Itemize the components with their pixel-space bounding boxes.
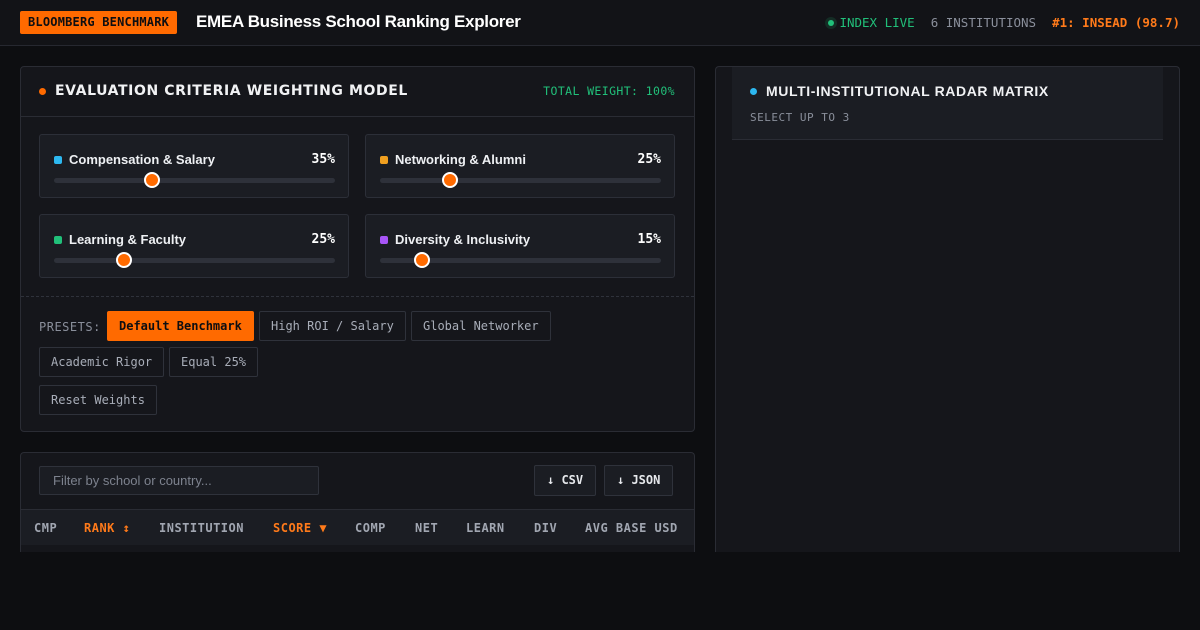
preset-global-networker[interactable]: Global Networker (411, 311, 551, 341)
criterion-learning-label: Learning & Faculty (54, 232, 186, 247)
top-bar: BLOOMBERG BENCHMARK EMEA Business School… (0, 0, 1200, 46)
weighting-panel-header: EVALUATION CRITERIA WEIGHTING MODEL TOTA… (21, 67, 694, 117)
preset-high-roi[interactable]: High ROI / Salary (259, 311, 406, 341)
column-net[interactable]: NET (415, 521, 438, 535)
criterion-label: Diversity & Inclusivity (395, 232, 531, 247)
networking-color-icon (380, 155, 388, 164)
column-rank[interactable]: RANK ↕ (84, 521, 130, 535)
networking-slider[interactable] (380, 172, 661, 188)
diversity-slider[interactable] (380, 252, 661, 268)
slider-thumb[interactable] (442, 172, 459, 188)
diversity-color-icon (380, 235, 388, 244)
export-json-button[interactable]: ↓ JSON (604, 465, 674, 496)
criterion-learning: Learning & Faculty 25% (39, 214, 349, 278)
column-score[interactable]: SCORE ▼ (273, 521, 327, 535)
criterion-diversity-label: Diversity & Inclusivity (380, 232, 530, 247)
column-cmp[interactable]: CMP (34, 521, 57, 535)
preset-equal[interactable]: Equal 25% (169, 347, 259, 377)
filter-input[interactable] (39, 466, 319, 495)
live-indicator: INDEX LIVE (828, 15, 915, 30)
live-label: INDEX LIVE (839, 15, 915, 30)
criterion-label: Learning & Faculty (69, 232, 187, 247)
criterion-label: Networking & Alumni (395, 152, 526, 167)
column-institution[interactable]: INSTITUTION (159, 521, 244, 535)
radar-title: MULTI-INSTITUTIONAL RADAR MATRIX (750, 83, 1049, 99)
reset-weights-button[interactable]: Reset Weights (39, 385, 157, 415)
column-learn[interactable]: LEARN (466, 521, 505, 535)
criterion-compensation: Compensation & Salary 35% (39, 134, 349, 198)
preset-academic-rigor[interactable]: Academic Rigor (39, 347, 165, 377)
presets-label: PRESETS: (39, 320, 101, 334)
rankings-table-panel: ↓ CSV ↓ JSON CMP RANK ↕ INSTITUTION SCOR… (20, 452, 695, 552)
institution-count: 6 INSTITUTIONS (930, 15, 1037, 30)
compensation-slider[interactable] (54, 172, 335, 188)
weighting-panel: EVALUATION CRITERIA WEIGHTING MODEL TOTA… (20, 66, 695, 432)
radar-chart-area (716, 141, 1179, 553)
column-comp[interactable]: COMP (355, 521, 386, 535)
slider-thumb[interactable] (414, 252, 431, 268)
criterion-value: 25% (637, 152, 661, 167)
criterion-diversity: Diversity & Inclusivity 15% (365, 214, 675, 278)
slider-thumb[interactable] (116, 252, 133, 268)
total-weight: TOTAL WEIGHT: 100% (543, 84, 675, 98)
criterion-networking: Networking & Alumni 25% (365, 134, 675, 198)
section-divider (21, 296, 694, 297)
orange-dot-icon (39, 87, 46, 95)
criterion-value: 35% (311, 152, 335, 167)
header-status: INDEX LIVE 6 INSTITUTIONS #1: INSEAD (98… (828, 15, 1180, 30)
app-title: EMEA Business School Ranking Explorer (196, 12, 521, 31)
weighting-title-text: EVALUATION CRITERIA WEIGHTING MODEL (55, 83, 408, 99)
criterion-value: 25% (311, 232, 335, 247)
radar-title-text: MULTI-INSTITUTIONAL RADAR MATRIX (766, 83, 1049, 99)
export-csv-button[interactable]: ↓ CSV (534, 465, 597, 496)
criterion-label: Compensation & Salary (69, 152, 215, 167)
live-dot-icon (828, 19, 835, 26)
criterion-compensation-label: Compensation & Salary (54, 152, 215, 167)
criterion-networking-label: Networking & Alumni (380, 152, 526, 167)
learning-slider[interactable] (54, 252, 335, 268)
criterion-value: 15% (637, 232, 661, 247)
radar-subtitle: SELECT UP TO 3 (750, 111, 850, 124)
leader-badge: #1: INSEAD (98.7) (1052, 15, 1180, 30)
learning-color-icon (54, 235, 62, 244)
compensation-color-icon (54, 155, 62, 164)
preset-default-benchmark[interactable]: Default Benchmark (107, 311, 254, 341)
radar-panel-header: MULTI-INSTITUTIONAL RADAR MATRIX SELECT … (732, 67, 1163, 140)
blue-dot-icon (750, 87, 757, 95)
column-div[interactable]: DIV (534, 521, 557, 535)
table-header: CMP RANK ↕ INSTITUTION SCORE ▼ COMP NET … (21, 509, 694, 545)
slider-thumb[interactable] (144, 172, 161, 188)
column-avg-base-usd[interactable]: AVG BASE USD (585, 521, 678, 535)
weighting-panel-title: EVALUATION CRITERIA WEIGHTING MODEL (39, 83, 408, 99)
radar-panel: MULTI-INSTITUTIONAL RADAR MATRIX SELECT … (715, 66, 1180, 552)
brand-badge: BLOOMBERG BENCHMARK (20, 11, 178, 34)
